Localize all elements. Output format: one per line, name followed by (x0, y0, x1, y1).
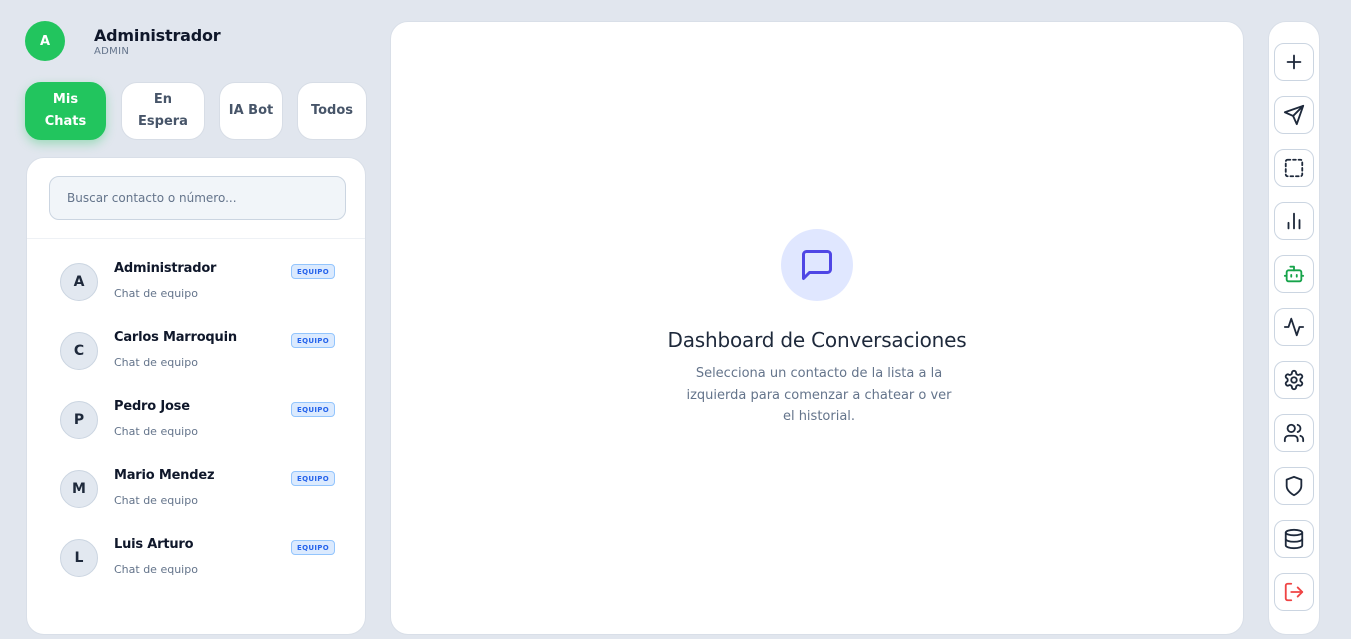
contacts-panel: A Administrador Chat de equipo EQUIPO C … (26, 157, 366, 635)
bot-icon (1283, 265, 1305, 283)
contact-name: Mario Mendez (114, 468, 215, 483)
contact-subtitle: Chat de equipo (114, 494, 198, 507)
avatar: M (60, 470, 98, 508)
database-button[interactable] (1274, 520, 1314, 558)
contact-subtitle: Chat de equipo (114, 356, 198, 369)
status-badge: EQUIPO (291, 471, 335, 486)
list-item[interactable]: C Carlos Marroquin Chat de equipo EQUIPO (27, 317, 365, 386)
contact-name: Pedro Jose (114, 399, 190, 414)
selection-icon (1284, 158, 1304, 178)
user-meta: Administrador ADMIN (94, 25, 221, 57)
status-badge: EQUIPO (291, 540, 335, 555)
empty-state-icon-wrap (781, 229, 853, 301)
search-input[interactable] (49, 176, 346, 220)
main-panel: Dashboard de Conversaciones Selecciona u… (390, 21, 1244, 635)
database-icon (1284, 528, 1304, 550)
contact-list: A Administrador Chat de equipo EQUIPO C … (27, 248, 365, 593)
stats-button[interactable] (1274, 202, 1314, 240)
avatar[interactable]: A (25, 21, 65, 61)
bot-button[interactable] (1274, 255, 1314, 293)
tab-mis-chats[interactable]: Mis Chats (25, 82, 106, 140)
selection-button[interactable] (1274, 149, 1314, 187)
divider (27, 238, 365, 239)
send-button[interactable] (1274, 96, 1314, 134)
tab-label: IA Bot (228, 103, 274, 118)
contact-name: Carlos Marroquin (114, 330, 237, 345)
activity-icon (1283, 317, 1305, 337)
avatar: C (60, 332, 98, 370)
status-badge: EQUIPO (291, 333, 335, 348)
users-button[interactable] (1274, 414, 1314, 452)
plus-icon (1286, 54, 1302, 70)
user-name: Administrador (94, 25, 221, 45)
tab-ia-bot[interactable]: IA Bot (219, 82, 283, 140)
new-chat-button[interactable] (1274, 43, 1314, 81)
logout-icon (1284, 582, 1304, 602)
message-square-icon (802, 250, 832, 280)
list-item[interactable]: M Mario Mendez Chat de equipo EQUIPO (27, 455, 365, 524)
empty-state-description: Selecciona un contacto de la lista a la … (686, 366, 952, 424)
avatar: A (60, 263, 98, 301)
user-role: ADMIN (94, 45, 130, 57)
shield-icon (1285, 475, 1303, 497)
list-item[interactable]: A Administrador Chat de equipo EQUIPO (27, 248, 365, 317)
toolbar (1268, 21, 1320, 635)
users-icon (1283, 423, 1305, 443)
bar-chart-icon (1287, 212, 1301, 230)
empty-state-title: Dashboard de Conversaciones (667, 328, 967, 352)
contact-name: Luis Arturo (114, 537, 194, 552)
list-item[interactable]: L Luis Arturo Chat de equipo EQUIPO (27, 524, 365, 593)
activity-button[interactable] (1274, 308, 1314, 346)
contact-subtitle: Chat de equipo (114, 287, 198, 300)
contact-subtitle: Chat de equipo (114, 425, 198, 438)
list-item[interactable]: P Pedro Jose Chat de equipo EQUIPO (27, 386, 365, 455)
avatar: L (60, 539, 98, 577)
tab-en-espera[interactable]: En Espera (121, 82, 205, 140)
tab-todos[interactable]: Todos (297, 82, 367, 140)
contact-name: Administrador (114, 261, 217, 276)
security-button[interactable] (1274, 467, 1314, 505)
status-badge: EQUIPO (291, 402, 335, 417)
logout-button[interactable] (1274, 573, 1314, 611)
search-box (49, 176, 346, 220)
send-icon (1283, 104, 1305, 126)
avatar: P (60, 401, 98, 439)
settings-icon (1284, 369, 1304, 391)
tab-label: En Espera (138, 92, 188, 129)
tab-label: Mis Chats (44, 92, 87, 129)
tab-label: Todos (310, 103, 354, 118)
settings-button[interactable] (1274, 361, 1314, 399)
user-header: A Administrador ADMIN (25, 21, 221, 61)
contact-subtitle: Chat de equipo (114, 563, 198, 576)
status-badge: EQUIPO (291, 264, 335, 279)
